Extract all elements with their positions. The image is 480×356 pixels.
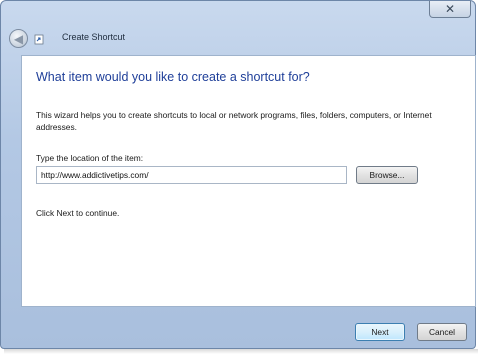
- page-heading: What item would you like to create a sho…: [36, 70, 310, 84]
- shortcut-icon: [34, 34, 44, 45]
- window-shadow: [4, 349, 478, 354]
- cancel-button[interactable]: Cancel: [417, 323, 467, 341]
- wizard-content: What item would you like to create a sho…: [21, 55, 476, 307]
- dialog-footer: Next Cancel: [21, 307, 476, 349]
- next-button[interactable]: Next: [355, 323, 405, 341]
- wizard-description: This wizard helps you to create shortcut…: [36, 110, 432, 132]
- title-bar: ✕ ◀ Create Shortcut: [1, 1, 475, 51]
- continue-hint: Click Next to continue.: [36, 208, 120, 218]
- close-icon: ✕: [444, 2, 456, 16]
- window-title: Create Shortcut: [62, 32, 126, 42]
- close-button[interactable]: ✕: [429, 1, 471, 18]
- create-shortcut-dialog: ✕ ◀ Create Shortcut What item would you …: [0, 0, 476, 349]
- back-button[interactable]: ◀: [9, 29, 28, 48]
- back-arrow-icon: ◀: [13, 31, 24, 46]
- browse-button[interactable]: Browse...: [356, 166, 418, 184]
- location-label: Type the location of the item:: [36, 153, 144, 163]
- location-input[interactable]: http://www.addictivetips.com/: [36, 166, 347, 184]
